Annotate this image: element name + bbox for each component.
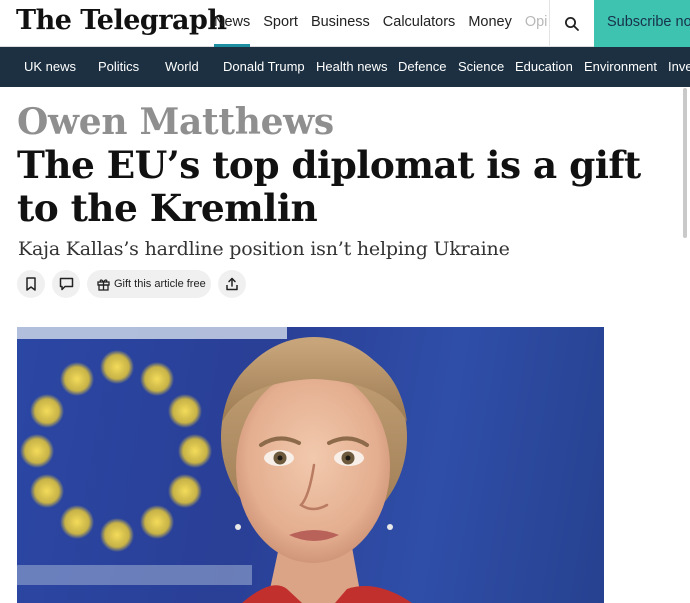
nav-item-business[interactable]: Business xyxy=(311,0,370,47)
bookmark-button[interactable] xyxy=(17,270,45,298)
gift-article-button[interactable]: Gift this article free xyxy=(87,270,211,298)
site-header: The Telegraph News Sport Business Calcul… xyxy=(0,0,690,47)
search-button[interactable] xyxy=(550,0,594,47)
secnav-item-world[interactable]: World xyxy=(165,47,199,87)
nav-item-news[interactable]: News xyxy=(214,0,251,47)
gift-icon xyxy=(97,278,110,291)
secnav-item-donald-trump[interactable]: Donald Trump xyxy=(223,47,305,87)
secnav-item-uk-news[interactable]: UK news xyxy=(24,47,76,87)
article-hero-image xyxy=(17,327,604,603)
subscribe-button[interactable]: Subscribe no xyxy=(594,0,690,47)
secnav-item-politics[interactable]: Politics xyxy=(98,47,139,87)
secnav-item-health-news[interactable]: Health news xyxy=(316,47,388,87)
comment-icon xyxy=(59,277,73,291)
secnav-item-environment[interactable]: Environment xyxy=(584,47,657,87)
article-standfirst: Kaja Kallas’s hardline position isn’t he… xyxy=(18,238,510,260)
comment-button[interactable] xyxy=(52,270,80,298)
secnav-item-defence[interactable]: Defence xyxy=(398,47,446,87)
nav-item-money[interactable]: Money xyxy=(468,0,512,47)
search-icon xyxy=(565,16,579,31)
hero-photo-illustration xyxy=(17,327,412,603)
nav-item-opinion[interactable]: Opi xyxy=(525,0,548,47)
article-author[interactable]: Owen Matthews xyxy=(17,101,334,143)
article-headline: The EU’s top diplomat is a gift to the K… xyxy=(17,143,641,230)
primary-nav: News Sport Business Calculators Money Op… xyxy=(214,0,560,47)
bookmark-icon xyxy=(26,277,36,291)
page-scrollbar[interactable] xyxy=(683,88,687,238)
gift-button-label: Gift this article free xyxy=(114,278,206,290)
nav-item-sport[interactable]: Sport xyxy=(263,0,298,47)
secnav-item-education[interactable]: Education xyxy=(515,47,573,87)
secnav-item-science[interactable]: Science xyxy=(458,47,504,87)
site-logo[interactable]: The Telegraph xyxy=(16,5,227,36)
secnav-item-investigations[interactable]: Inve xyxy=(668,47,690,87)
share-button[interactable] xyxy=(218,270,246,298)
share-icon xyxy=(226,277,238,291)
secondary-nav: UK news Politics World Donald Trump Heal… xyxy=(0,47,690,87)
nav-item-calculators[interactable]: Calculators xyxy=(383,0,456,47)
